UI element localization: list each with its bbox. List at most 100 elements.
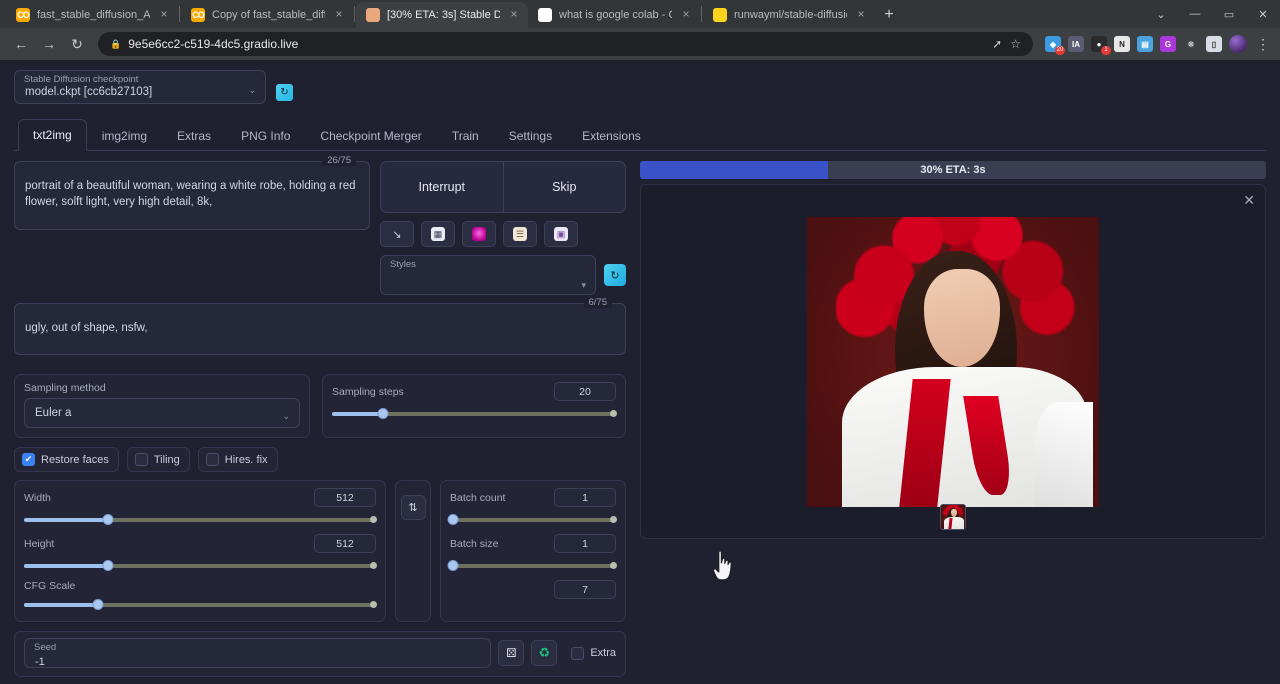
slider-knob[interactable] (377, 408, 389, 419)
sidebar-toggle-icon[interactable]: ▯ (1206, 36, 1222, 52)
show-extra-networks-icon[interactable] (462, 221, 496, 247)
batch-size-slider[interactable] (447, 559, 617, 573)
sampler-row: Sampling method Euler a ⌄ Sampling steps… (14, 374, 626, 438)
read-generation-parameters-icon[interactable]: ↘ (380, 221, 414, 247)
back-icon[interactable]: ← (8, 31, 34, 57)
url-text: 9e5e6cc2-c519-4dc5.gradio.live (128, 37, 299, 51)
address-bar[interactable]: 🔒 9e5e6cc2-c519-4dc5.gradio.live ➚ ☆ (98, 32, 1033, 56)
tab-img2img[interactable]: img2img (87, 120, 162, 151)
width-value[interactable]: 512 (314, 488, 376, 507)
tab-train[interactable]: Train (437, 120, 494, 151)
batch-count-slider[interactable] (447, 513, 617, 527)
grammarly-extension-icon[interactable]: ◆ 20 (1045, 36, 1065, 55)
gallery-thumbnail[interactable] (940, 504, 966, 530)
tab-close-icon[interactable]: × (679, 8, 693, 22)
swap-box: ⇅ (395, 480, 431, 622)
browser-tab-3-active[interactable]: [30% ETA: 3s] Stable Diffusion × (356, 2, 528, 28)
browser-toolbar: ← → ↻ 🔒 9e5e6cc2-c519-4dc5.gradio.live ➚… (0, 28, 1280, 60)
reload-icon[interactable]: ↻ (64, 31, 90, 57)
minimize-button[interactable]: — (1178, 0, 1212, 28)
batch-size-value[interactable]: 1 (554, 534, 616, 553)
puzzle-extensions-icon[interactable]: ❊ (1183, 36, 1199, 52)
slider-knob[interactable] (447, 514, 459, 525)
checkbox-icon[interactable] (571, 646, 585, 660)
refresh-checkpoints-button[interactable]: ↻ (276, 84, 293, 101)
randomize-seed-icon[interactable]: ⚄ (498, 640, 525, 666)
cfg-scale-slider[interactable] (24, 598, 377, 612)
reuse-seed-icon[interactable]: ♻ (531, 640, 558, 666)
slider-knob[interactable] (102, 514, 114, 525)
slider-knob[interactable] (102, 560, 114, 571)
extension-badge: 1 (1101, 46, 1111, 55)
tab-close-icon[interactable]: × (157, 8, 171, 22)
styles-label: Styles (390, 259, 416, 270)
checkbox-icon[interactable] (134, 453, 148, 466)
width-slider[interactable] (24, 513, 377, 527)
slider-knob[interactable] (92, 599, 104, 610)
notion-extension-icon[interactable]: N (1114, 36, 1130, 52)
refresh-styles-button[interactable]: ↻ (604, 264, 626, 286)
prompt-token-counter: 26/75 (322, 155, 356, 166)
checkbox-icon[interactable] (205, 453, 219, 466)
seed-input[interactable]: Seed -1 (24, 638, 492, 668)
close-window-button[interactable]: ✕ (1246, 0, 1280, 28)
tab-close-icon[interactable]: × (507, 8, 521, 22)
height-slider[interactable] (24, 559, 377, 573)
tab-settings[interactable]: Settings (494, 120, 567, 151)
image-tool-extension-icon[interactable]: ▤ (1137, 36, 1153, 52)
huggingface-icon (713, 8, 727, 22)
toggles-row: ✔ Restore faces Tiling Hires. fix (14, 447, 626, 472)
close-icon[interactable]: ✕ (1243, 193, 1255, 207)
tab-png-info[interactable]: PNG Info (226, 120, 305, 151)
save-style-icon[interactable]: ▣ (544, 221, 578, 247)
tab-close-icon[interactable]: × (854, 8, 868, 22)
maximize-button[interactable]: ▭ (1212, 0, 1246, 28)
restore-faces-checkbox-item[interactable]: ✔ Restore faces (14, 447, 119, 472)
slider-endcap (370, 516, 377, 523)
internet-archive-extension-icon[interactable]: IA (1068, 36, 1084, 52)
clear-prompt-icon[interactable]: ▦ (421, 221, 455, 247)
tab-txt2img[interactable]: txt2img (18, 119, 87, 151)
prompt-input[interactable] (14, 161, 370, 230)
tiling-label: Tiling (153, 453, 180, 466)
extra-seed-checkbox-item[interactable]: Extra (564, 642, 616, 665)
browser-menu-icon[interactable]: ⋮ (1254, 36, 1272, 53)
skip-button[interactable]: Skip (504, 162, 626, 212)
generated-image[interactable] (807, 216, 1099, 507)
forward-icon[interactable]: → (36, 31, 62, 57)
tab-extras[interactable]: Extras (162, 120, 226, 151)
slider-knob[interactable] (447, 560, 459, 571)
swap-dimensions-button[interactable]: ⇅ (400, 495, 426, 520)
star-icon[interactable]: ☆ (1010, 37, 1021, 51)
share-icon[interactable]: ➚ (992, 37, 1002, 51)
tiling-checkbox-item[interactable]: Tiling (126, 447, 190, 472)
browser-tab-1[interactable]: CO fast_stable_diffusion_AUTOMA × (6, 2, 178, 28)
browser-tab-4[interactable]: G what is google colab - Google × (528, 2, 700, 28)
grammar-check-extension-icon[interactable]: G (1160, 36, 1176, 52)
batch-count-value[interactable]: 1 (554, 488, 616, 507)
new-tab-button[interactable]: + (875, 2, 903, 28)
browser-tab-5[interactable]: runwayml/stable-diffusion-v1 × (703, 2, 875, 28)
apply-style-icon[interactable]: ☰ (503, 221, 537, 247)
sampling-steps-value[interactable]: 20 (554, 382, 616, 401)
cfg-scale-value[interactable]: 7 (554, 580, 616, 599)
tab-close-icon[interactable]: × (332, 8, 346, 22)
checkpoint-dropdown[interactable]: Stable Diffusion checkpoint model.ckpt [… (14, 70, 266, 104)
checkbox-icon[interactable]: ✔ (22, 453, 35, 466)
browser-tab-2[interactable]: CO Copy of fast_stable_diffusion_ × (181, 2, 353, 28)
batch-count-group: Batch count 1 (447, 488, 617, 527)
negative-prompt-input[interactable] (14, 303, 626, 355)
hires-fix-checkbox-item[interactable]: Hires. fix (197, 447, 278, 472)
tab-checkpoint-merger[interactable]: Checkpoint Merger (305, 120, 436, 151)
interrupt-button[interactable]: Interrupt (381, 162, 503, 212)
sampling-steps-head: Sampling steps 20 (332, 382, 616, 401)
dark-reader-extension-icon[interactable]: ● 1 (1091, 36, 1111, 55)
action-panel: Interrupt Skip ↘ ▦ ☰ ▣ Styles ▾ ↻ (380, 161, 626, 295)
tab-extensions[interactable]: Extensions (567, 120, 656, 151)
sampling-steps-slider[interactable] (332, 407, 617, 421)
tab-search-icon[interactable]: ⌄ (1144, 0, 1178, 28)
sampling-method-dropdown[interactable]: Euler a ⌄ (24, 398, 300, 428)
styles-dropdown[interactable]: Styles ▾ (380, 255, 596, 295)
height-value[interactable]: 512 (314, 534, 376, 553)
profile-avatar[interactable] (1229, 35, 1247, 53)
